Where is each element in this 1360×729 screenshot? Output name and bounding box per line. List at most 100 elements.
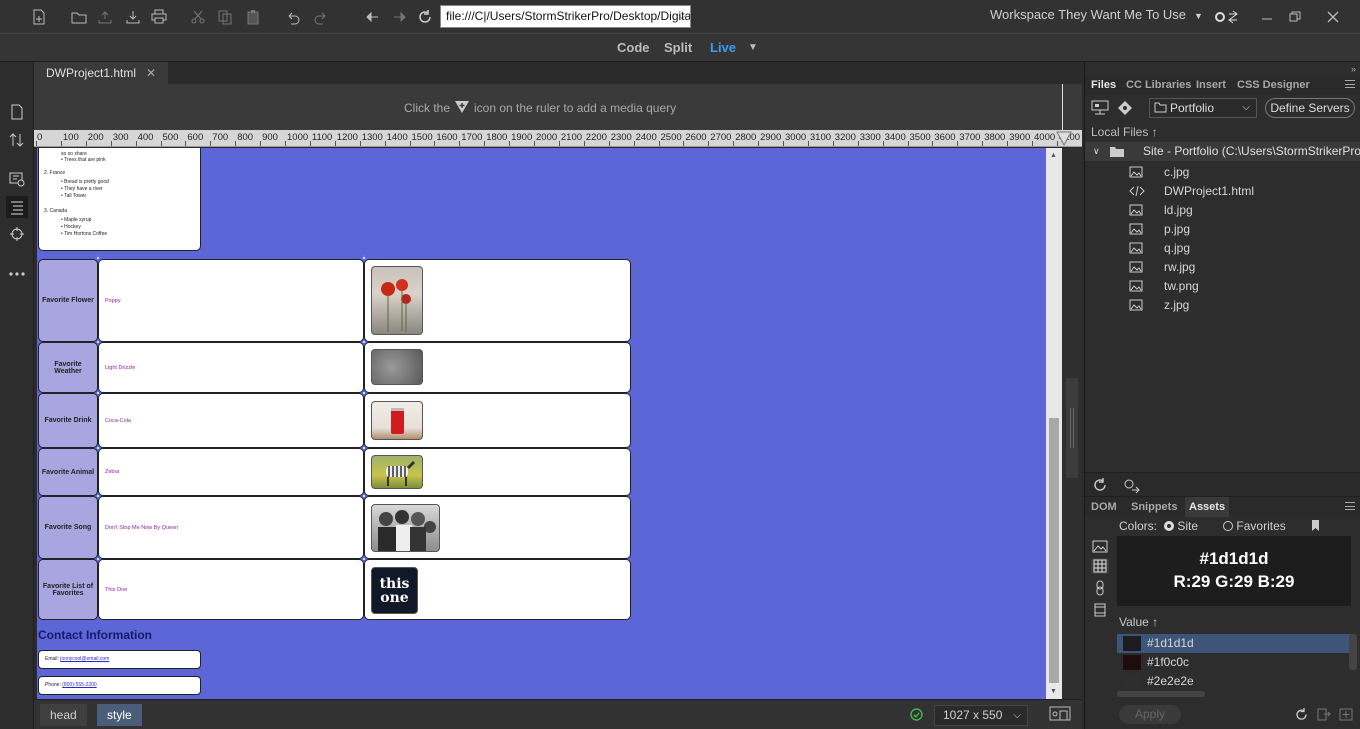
code-mode-button[interactable]: Code: [617, 40, 650, 55]
refresh-icon[interactable]: [1295, 708, 1308, 721]
scroll-up-icon[interactable]: ▲: [1050, 152, 1057, 159]
breadcrumb-head[interactable]: head: [40, 704, 87, 726]
new-document-icon[interactable]: [28, 6, 50, 28]
drizzle-image: [371, 349, 423, 385]
target-icon[interactable]: [6, 223, 28, 245]
color-list-hscrollbar[interactable]: [1117, 691, 1205, 697]
color-row[interactable]: #1f0c0c: [1117, 653, 1351, 672]
ruler-tick-label: 3400: [884, 132, 906, 143]
sync-settings-icon[interactable]: [1212, 6, 1240, 28]
tab-insert[interactable]: Insert: [1196, 79, 1226, 91]
ruler-handle-icon[interactable]: [1056, 131, 1072, 147]
insert-asset-icon[interactable]: [1317, 708, 1331, 721]
breadcrumb-style[interactable]: style: [97, 704, 142, 726]
tab-snippets[interactable]: Snippets: [1131, 501, 1177, 513]
ruler[interactable]: 0 100 200 300 400 500 600 700 800 900 1000 1100 1200…: [34, 130, 1082, 147]
define-servers-button[interactable]: Define Servers: [1265, 98, 1355, 118]
scroll-down-icon[interactable]: ▼: [1050, 688, 1057, 695]
site-select[interactable]: Portfolio ⌵: [1149, 98, 1257, 118]
panel-menu-icon[interactable]: [1345, 502, 1355, 510]
color-row[interactable]: #2e2e2e: [1117, 672, 1351, 691]
scrollbar-thumb[interactable]: [1049, 418, 1059, 683]
email-link[interactable]: jonnycool@email.com: [60, 656, 109, 662]
git-icon[interactable]: [1117, 100, 1133, 116]
file-row[interactable]: rw.jpg: [1129, 258, 1349, 277]
collapse-panel-icon[interactable]: »: [1351, 64, 1356, 74]
splitter-handle[interactable]: [1066, 378, 1078, 478]
tab-cc-libraries[interactable]: CC Libraries: [1126, 79, 1191, 91]
tab-assets[interactable]: Assets: [1185, 497, 1230, 517]
sort-arrows-icon[interactable]: [6, 129, 28, 151]
format-source-icon[interactable]: [6, 196, 28, 218]
open-folder-icon[interactable]: [68, 6, 90, 28]
panel-menu-icon[interactable]: [1345, 80, 1355, 88]
close-window-icon[interactable]: [1322, 6, 1344, 28]
file-row[interactable]: z.jpg: [1129, 296, 1349, 315]
viewport-size-select[interactable]: 1027 x 550 ⌵: [934, 705, 1028, 726]
ruler-tick-mark: [459, 141, 461, 146]
minimize-icon[interactable]: [1256, 6, 1278, 28]
no-errors-check-icon[interactable]: [910, 708, 923, 721]
ruler-tick-mark: [359, 141, 361, 146]
workspace-switcher[interactable]: Workspace They Want Me To Use ▼: [990, 7, 1203, 22]
upload-icon[interactable]: [94, 6, 116, 28]
tab-dom[interactable]: DOM: [1091, 501, 1117, 513]
ruler-tick-mark: [409, 141, 411, 146]
refresh-icon[interactable]: [1093, 478, 1107, 492]
ruler-tick-mark: [683, 141, 685, 146]
close-tab-icon[interactable]: ✕: [146, 66, 156, 80]
chevron-down-icon: ⌵: [1013, 710, 1021, 721]
git-sync-icon[interactable]: [1123, 478, 1141, 494]
site-root-row[interactable]: ∨ Site - Portfolio (C:\Users\StormStrike…: [1085, 142, 1360, 161]
address-bar[interactable]: file:///C|/Users/StormStrikerPro/Desktop…: [440, 5, 691, 28]
forward-icon[interactable]: [388, 6, 410, 28]
chevron-down-icon[interactable]: ⌵: [678, 6, 686, 27]
live-options-dropdown-icon[interactable]: ▼: [748, 42, 758, 53]
restore-icon[interactable]: [1284, 6, 1306, 28]
tab-css-designer[interactable]: CSS Designer: [1237, 79, 1310, 91]
list-item: • They have a river: [61, 186, 103, 192]
refresh-icon[interactable]: [414, 6, 436, 28]
file-row[interactable]: DWProject1.html: [1129, 182, 1349, 201]
paste-icon[interactable]: [242, 6, 264, 28]
apply-button[interactable]: Apply: [1119, 705, 1181, 724]
connect-server-icon[interactable]: [1091, 100, 1109, 116]
preview-device-icon[interactable]: [1049, 706, 1071, 722]
expand-chevron-icon[interactable]: ∨: [1093, 142, 1100, 161]
bookmark-icon[interactable]: [1311, 519, 1320, 533]
file-row[interactable]: tw.png: [1129, 277, 1349, 296]
phone-link[interactable]: (800)-555-2200: [62, 682, 96, 688]
folder-icon: [1109, 145, 1125, 158]
document-tab[interactable]: DWProject1.html ✕: [34, 62, 169, 84]
color-list-vscrollbar[interactable]: [1349, 634, 1357, 670]
file-row[interactable]: p.jpg: [1129, 220, 1349, 239]
tab-files[interactable]: Files: [1091, 79, 1116, 91]
file-row[interactable]: q.jpg: [1129, 239, 1349, 258]
print-icon[interactable]: [148, 6, 170, 28]
download-icon[interactable]: [122, 6, 144, 28]
media-asset-icon[interactable]: [1091, 602, 1109, 618]
color-row[interactable]: #1d1d1d: [1117, 634, 1351, 653]
back-icon[interactable]: [362, 6, 384, 28]
file-row[interactable]: ld.jpg: [1129, 201, 1349, 220]
live-view-canvas[interactable]: so so share • Trees that are pink 2. Fra…: [37, 148, 1046, 699]
local-files-header[interactable]: Local Files ↑: [1091, 125, 1158, 139]
site-radio[interactable]: Site: [1164, 519, 1198, 533]
canvas-scrollbar[interactable]: ▲ ▼: [1046, 148, 1062, 699]
live-mode-button[interactable]: Live: [710, 40, 736, 55]
favorites-radio[interactable]: Favorites: [1223, 519, 1286, 533]
images-asset-icon[interactable]: [1091, 538, 1109, 554]
links-asset-icon[interactable]: [1091, 580, 1109, 596]
split-mode-button[interactable]: Split: [664, 40, 692, 55]
redo-icon[interactable]: [310, 6, 332, 28]
value-column-header[interactable]: Value ↑: [1119, 615, 1158, 629]
inspect-icon[interactable]: [6, 168, 28, 190]
undo-icon[interactable]: [282, 6, 304, 28]
file-row[interactable]: c.jpg: [1129, 163, 1349, 182]
more-icon[interactable]: [6, 263, 28, 285]
document-icon[interactable]: [6, 101, 28, 123]
colors-asset-icon[interactable]: [1091, 558, 1109, 574]
copy-icon[interactable]: [214, 6, 236, 28]
add-asset-icon[interactable]: [1339, 708, 1353, 721]
cut-icon[interactable]: [187, 6, 209, 28]
